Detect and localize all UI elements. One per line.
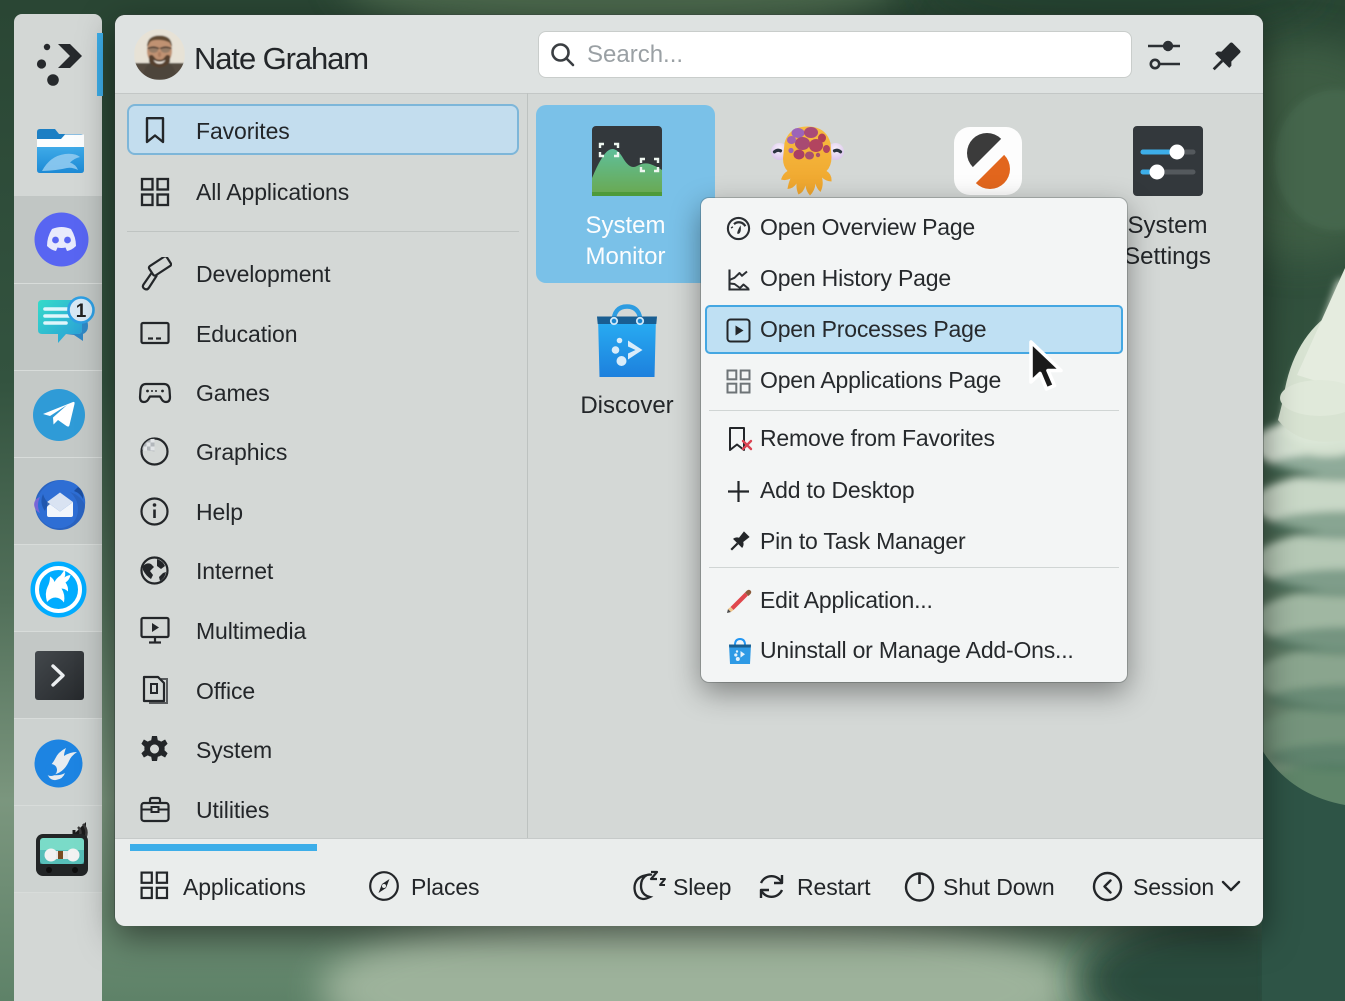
svg-text:1: 1 — [76, 301, 87, 322]
